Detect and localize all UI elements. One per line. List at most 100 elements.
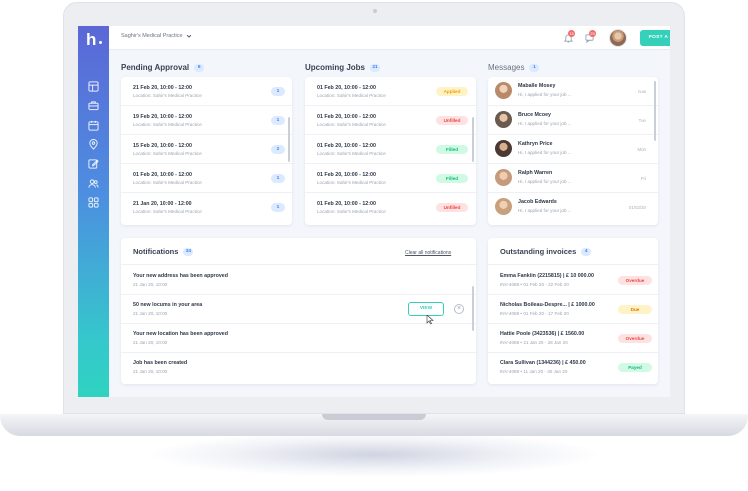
list-item[interactable]: 15 Feb 20, 10:00 - 12:00 Location: Sahir… xyxy=(121,135,292,164)
upcoming-count: 21 xyxy=(370,63,381,72)
sidebar: h xyxy=(78,26,109,397)
message-item[interactable]: Jacob Edwards Hi, I applied for your job… xyxy=(488,193,658,222)
notifications-card: Notifications 34 Clear all notifications… xyxy=(121,238,476,384)
dismiss-icon[interactable]: × xyxy=(454,304,464,314)
item-location: Location: Sahir's Medical Practice xyxy=(317,122,386,127)
notification-bell-icon[interactable]: 15 xyxy=(564,30,575,43)
user-avatar[interactable] xyxy=(609,29,627,47)
status-badge: Overdue xyxy=(618,334,652,343)
item-date: 21 Jan 20, 10:00 - 12:00 xyxy=(133,201,192,207)
clear-notifications-link[interactable]: Clear all notifications xyxy=(405,250,451,256)
notification-item[interactable]: Job has been created 21 Jan 20, 10:00 xyxy=(121,353,476,382)
status-badge: Unfilled xyxy=(436,203,468,212)
item-location: Location: Sahir's Medical Practice xyxy=(317,151,386,156)
invoice-item[interactable]: Nicholas Boileau-Despre... | £ 1000.00 I… xyxy=(488,295,658,324)
chevron-down-icon xyxy=(186,34,191,38)
notification-title: Your new address has been approved xyxy=(133,273,228,279)
sender-name: Bruce Mcoey xyxy=(518,112,551,118)
pending-title: Pending Approval xyxy=(121,63,190,72)
users-icon[interactable] xyxy=(88,178,99,189)
item-date: 01 Feb 20, 10:00 - 12:00 xyxy=(317,172,376,178)
message-preview: Hi, I applied for your job ... xyxy=(518,121,572,126)
messages-heading: Messages 1 xyxy=(488,63,540,72)
scrollbar[interactable] xyxy=(288,117,290,162)
message-time: now xyxy=(637,89,646,94)
applicant-count-badge: 2 xyxy=(271,145,285,154)
scrollbar[interactable] xyxy=(472,117,474,162)
list-item[interactable]: 01 Feb 20, 10:00 - 12:00 Location: Sahir… xyxy=(121,164,292,193)
logo[interactable]: h xyxy=(86,31,102,49)
item-date: 21 Feb 20, 10:00 - 12:00 xyxy=(133,85,192,91)
invoice-details: INV-4088 • 11 Jan 20 - 30 Jan 20 xyxy=(500,369,568,374)
briefcase-icon[interactable] xyxy=(88,100,99,111)
list-item[interactable]: 21 Jan 20, 10:00 - 12:00 Location: Sahir… xyxy=(121,193,292,222)
list-item[interactable]: 21 Feb 20, 10:00 - 12:00 Location: Sahir… xyxy=(121,77,292,106)
upcoming-title: Upcoming Jobs xyxy=(305,63,366,72)
practice-selector[interactable]: Saghir's Medical Practice xyxy=(121,33,192,39)
notification-item[interactable]: 50 new locums in your area 21 Jan 20, 10… xyxy=(121,295,476,325)
item-location: Location: Sahir's Medical Practice xyxy=(133,93,202,98)
camera-icon xyxy=(373,9,377,13)
edit-icon[interactable] xyxy=(88,158,99,169)
laptop-mockup: h Saghir's Medical Practice 15 25 POST A… xyxy=(0,0,748,491)
pending-approval-heading: Pending Approval 6 xyxy=(121,63,205,72)
list-item[interactable]: 19 Feb 20, 10:00 - 12:00 Location: Sahir… xyxy=(121,106,292,135)
message-item[interactable]: Kathryn Price Hi, I applied for your job… xyxy=(488,135,658,164)
item-date: 01 Feb 20, 10:00 - 12:00 xyxy=(317,85,376,91)
invoice-item[interactable]: Emma Fankiin (2215815) | £ 10 000.00 INV… xyxy=(488,266,658,295)
notifications-heading: Notifications 34 xyxy=(133,247,194,256)
notification-item[interactable]: Your new location has been approved 21 J… xyxy=(121,324,476,353)
upcoming-jobs-heading: Upcoming Jobs 21 xyxy=(305,63,381,72)
scrollbar[interactable] xyxy=(472,286,474,331)
avatar xyxy=(495,198,512,215)
item-date: 01 Feb 20, 10:00 - 12:00 xyxy=(317,114,376,120)
invoices-title: Outstanding invoices xyxy=(500,247,577,256)
invoices-heading: Outstanding invoices 4 xyxy=(500,247,592,256)
calendar-icon[interactable] xyxy=(88,120,99,131)
layout-icon[interactable] xyxy=(88,81,99,92)
list-item[interactable]: 01 Feb 20, 10:00 - 12:00 Location: Sahir… xyxy=(305,135,476,164)
message-item[interactable]: Maballe Mosey Hi, I applied for your job… xyxy=(488,77,658,106)
message-item[interactable]: Ralph Warren Hi, I applied for your job … xyxy=(488,164,658,193)
scrollbar[interactable] xyxy=(654,81,656,141)
applicant-count-badge: 1 xyxy=(271,87,285,96)
notification-item[interactable]: Your new address has been approved 21 Ja… xyxy=(121,266,476,295)
invoice-title: Hattie Poole (3423536) | £ 1560.00 xyxy=(500,331,585,337)
message-icon[interactable]: 25 xyxy=(585,30,596,43)
app-screen: h Saghir's Medical Practice 15 25 POST A… xyxy=(78,26,670,397)
message-preview: Hi, I applied for your job ... xyxy=(518,208,572,213)
message-item[interactable]: Bruce Mcoey Hi, I applied for your job .… xyxy=(488,106,658,135)
item-date: 15 Feb 20, 10:00 - 12:00 xyxy=(133,143,192,149)
invoice-title: Nicholas Boileau-Despre... | £ 1000.00 xyxy=(500,302,595,308)
message-badge: 25 xyxy=(589,30,596,37)
applicant-count-badge: 1 xyxy=(271,174,285,183)
list-item[interactable]: 01 Feb 20, 10:00 - 12:00 Location: Sahir… xyxy=(305,164,476,193)
list-item[interactable]: 01 Feb 20, 10:00 - 12:00 Location: Sahir… xyxy=(305,193,476,222)
notification-date: 21 Jan 20, 10:00 xyxy=(133,282,168,287)
laptop-base xyxy=(0,414,748,436)
grid-icon[interactable] xyxy=(88,197,99,208)
notifications-title: Notifications xyxy=(133,247,179,256)
invoice-item[interactable]: Clara Sullivan (1344236) | £ 450.00 INV-… xyxy=(488,353,658,382)
item-date: 01 Feb 20, 10:00 - 12:00 xyxy=(133,172,192,178)
invoice-item[interactable]: Hattie Poole (3423536) | £ 1560.00 INV-4… xyxy=(488,324,658,353)
pending-approval-card: 21 Feb 20, 10:00 - 12:00 Location: Sahir… xyxy=(121,77,292,225)
item-location: Location: Sahir's Medical Practice xyxy=(317,209,386,214)
item-location: Location: Sahir's Medical Practice xyxy=(317,93,386,98)
sender-name: Maballe Mosey xyxy=(518,83,556,89)
status-badge: Filled xyxy=(436,145,468,154)
message-time: Tue xyxy=(638,118,646,123)
notification-title: 50 new locums in your area xyxy=(133,302,203,308)
notification-date: 21 Jan 20, 10:00 xyxy=(133,340,168,345)
item-location: Location: Sahir's Medical Practice xyxy=(133,122,202,127)
message-time: 01/02/20 xyxy=(628,205,646,210)
view-button[interactable]: VIEW xyxy=(408,302,444,316)
list-item[interactable]: 01 Feb 20, 10:00 - 12:00 Location: Sahir… xyxy=(305,106,476,135)
location-icon[interactable] xyxy=(88,139,99,150)
message-time: Mon xyxy=(637,147,646,152)
status-badge: Applied xyxy=(436,87,468,96)
avatar xyxy=(495,82,512,99)
status-badge: Payed xyxy=(618,363,652,372)
list-item[interactable]: 01 Feb 20, 10:00 - 12:00 Location: Sahir… xyxy=(305,77,476,106)
post-job-button[interactable]: POST A JOB xyxy=(640,30,670,46)
